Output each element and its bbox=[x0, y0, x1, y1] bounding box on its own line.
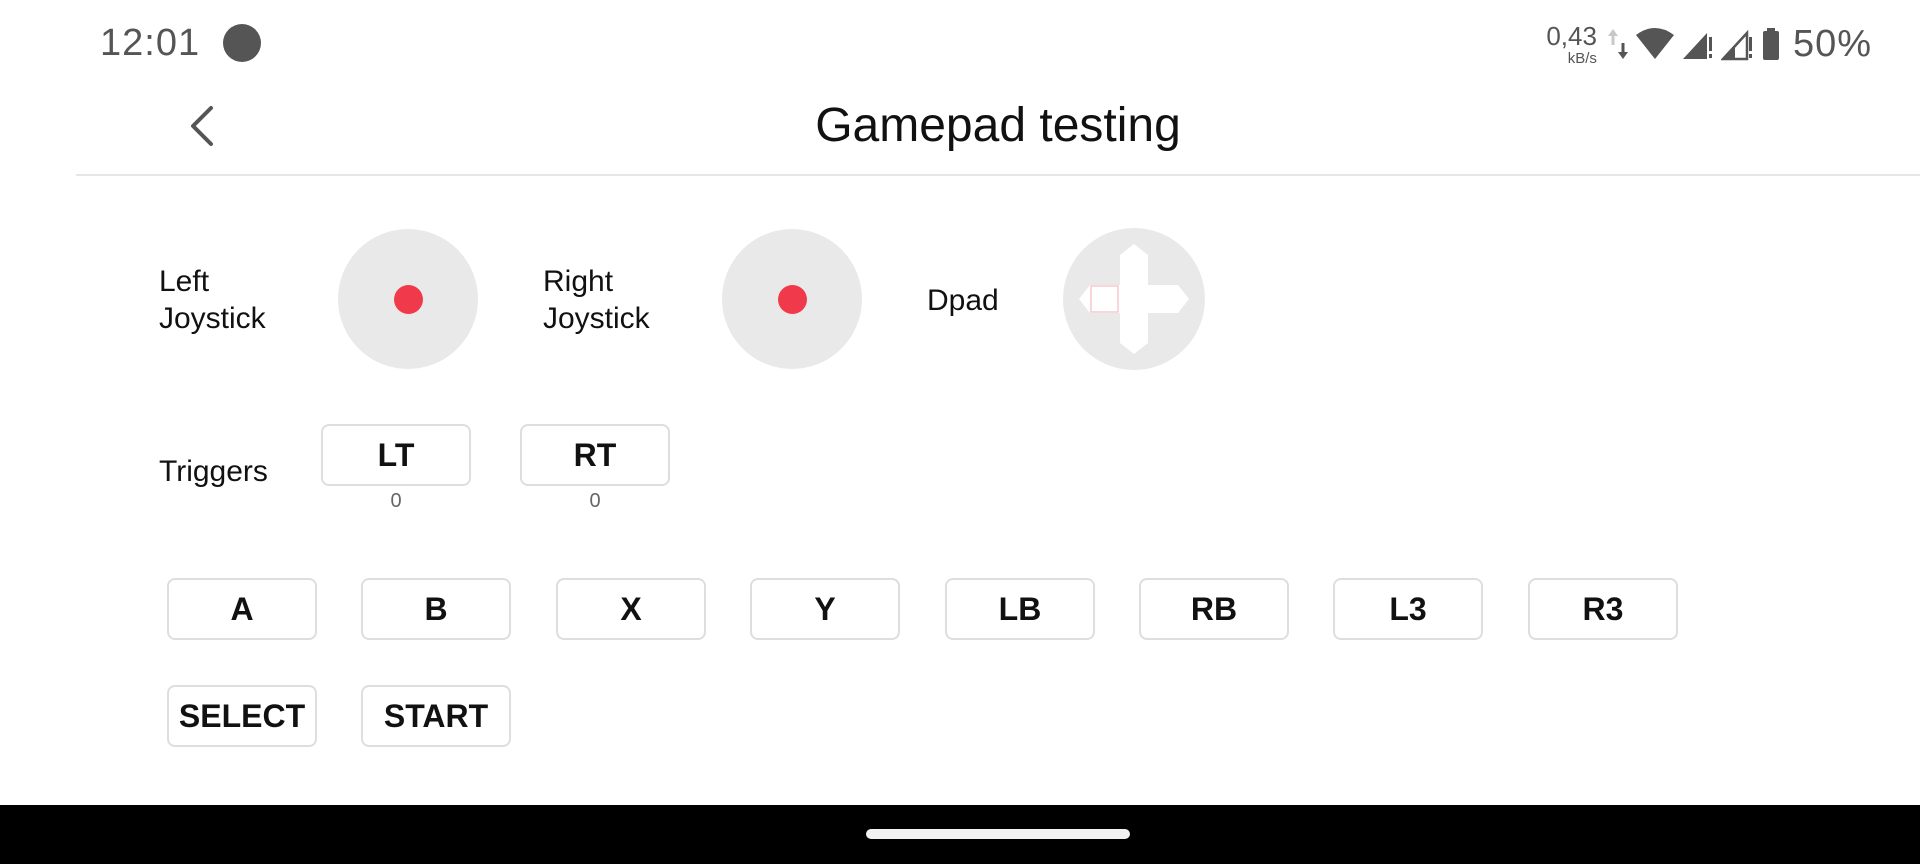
l3-button[interactable]: L3 bbox=[1333, 578, 1483, 640]
status-time: 12:01 bbox=[100, 22, 201, 64]
left-joystick-label-line1: Left bbox=[159, 265, 210, 298]
battery-icon bbox=[1761, 27, 1781, 61]
signal-icon bbox=[1681, 27, 1715, 61]
left-joystick-label-line2: Joystick bbox=[159, 302, 266, 335]
home-handle[interactable] bbox=[866, 829, 1130, 839]
left-joystick[interactable] bbox=[338, 229, 478, 369]
x-button[interactable]: X bbox=[556, 578, 706, 640]
y-button[interactable]: Y bbox=[750, 578, 900, 640]
select-button[interactable]: SELECT bbox=[167, 685, 317, 747]
a-button[interactable]: A bbox=[167, 578, 317, 640]
battery-percent: 50% bbox=[1792, 22, 1872, 65]
navigation-bar bbox=[0, 805, 1920, 864]
triggers-label: Triggers bbox=[159, 455, 268, 488]
notification-dot-icon bbox=[223, 24, 261, 62]
dpad-icon bbox=[1063, 228, 1205, 370]
signal-2-icon bbox=[1720, 27, 1755, 61]
lb-button[interactable]: LB bbox=[945, 578, 1095, 640]
status-icons: 0,43 kB/s 50% bbox=[1546, 18, 1872, 70]
lt-value: 0 bbox=[390, 490, 402, 512]
lt-button[interactable]: LT bbox=[321, 424, 471, 486]
left-joystick-knob bbox=[394, 285, 423, 314]
rt-button[interactable]: RT bbox=[520, 424, 670, 486]
app-header: Gamepad testing bbox=[76, 88, 1920, 176]
right-joystick-label: Right Joystick bbox=[543, 263, 650, 337]
r3-button[interactable]: R3 bbox=[1528, 578, 1678, 640]
right-joystick[interactable] bbox=[722, 229, 862, 369]
left-joystick-label: Left Joystick bbox=[159, 263, 266, 337]
start-button[interactable]: START bbox=[361, 685, 511, 747]
network-speed-unit: kB/s bbox=[1567, 49, 1597, 67]
dpad[interactable] bbox=[1063, 228, 1205, 370]
rb-button[interactable]: RB bbox=[1139, 578, 1289, 640]
data-transfer-icon bbox=[1607, 27, 1629, 61]
rt-value: 0 bbox=[589, 490, 601, 512]
right-joystick-label-line1: Right bbox=[543, 265, 614, 298]
network-speed-value: 0,43 bbox=[1546, 20, 1597, 51]
b-button[interactable]: B bbox=[361, 578, 511, 640]
right-joystick-label-line2: Joystick bbox=[543, 302, 650, 335]
network-speed: 0,43 kB/s bbox=[1546, 23, 1597, 66]
status-bar: 12:01 0,43 kB/s 50% bbox=[0, 0, 1920, 88]
dpad-label: Dpad bbox=[927, 284, 999, 317]
wifi-icon bbox=[1635, 27, 1675, 61]
page-title: Gamepad testing bbox=[815, 99, 1181, 152]
right-joystick-knob bbox=[778, 285, 807, 314]
